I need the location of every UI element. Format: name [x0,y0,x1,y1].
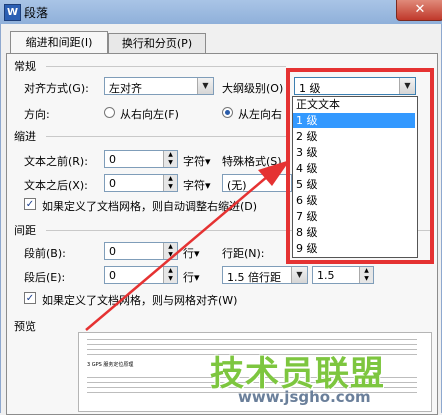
watermark-url: www.jsgho.com [238,388,371,406]
